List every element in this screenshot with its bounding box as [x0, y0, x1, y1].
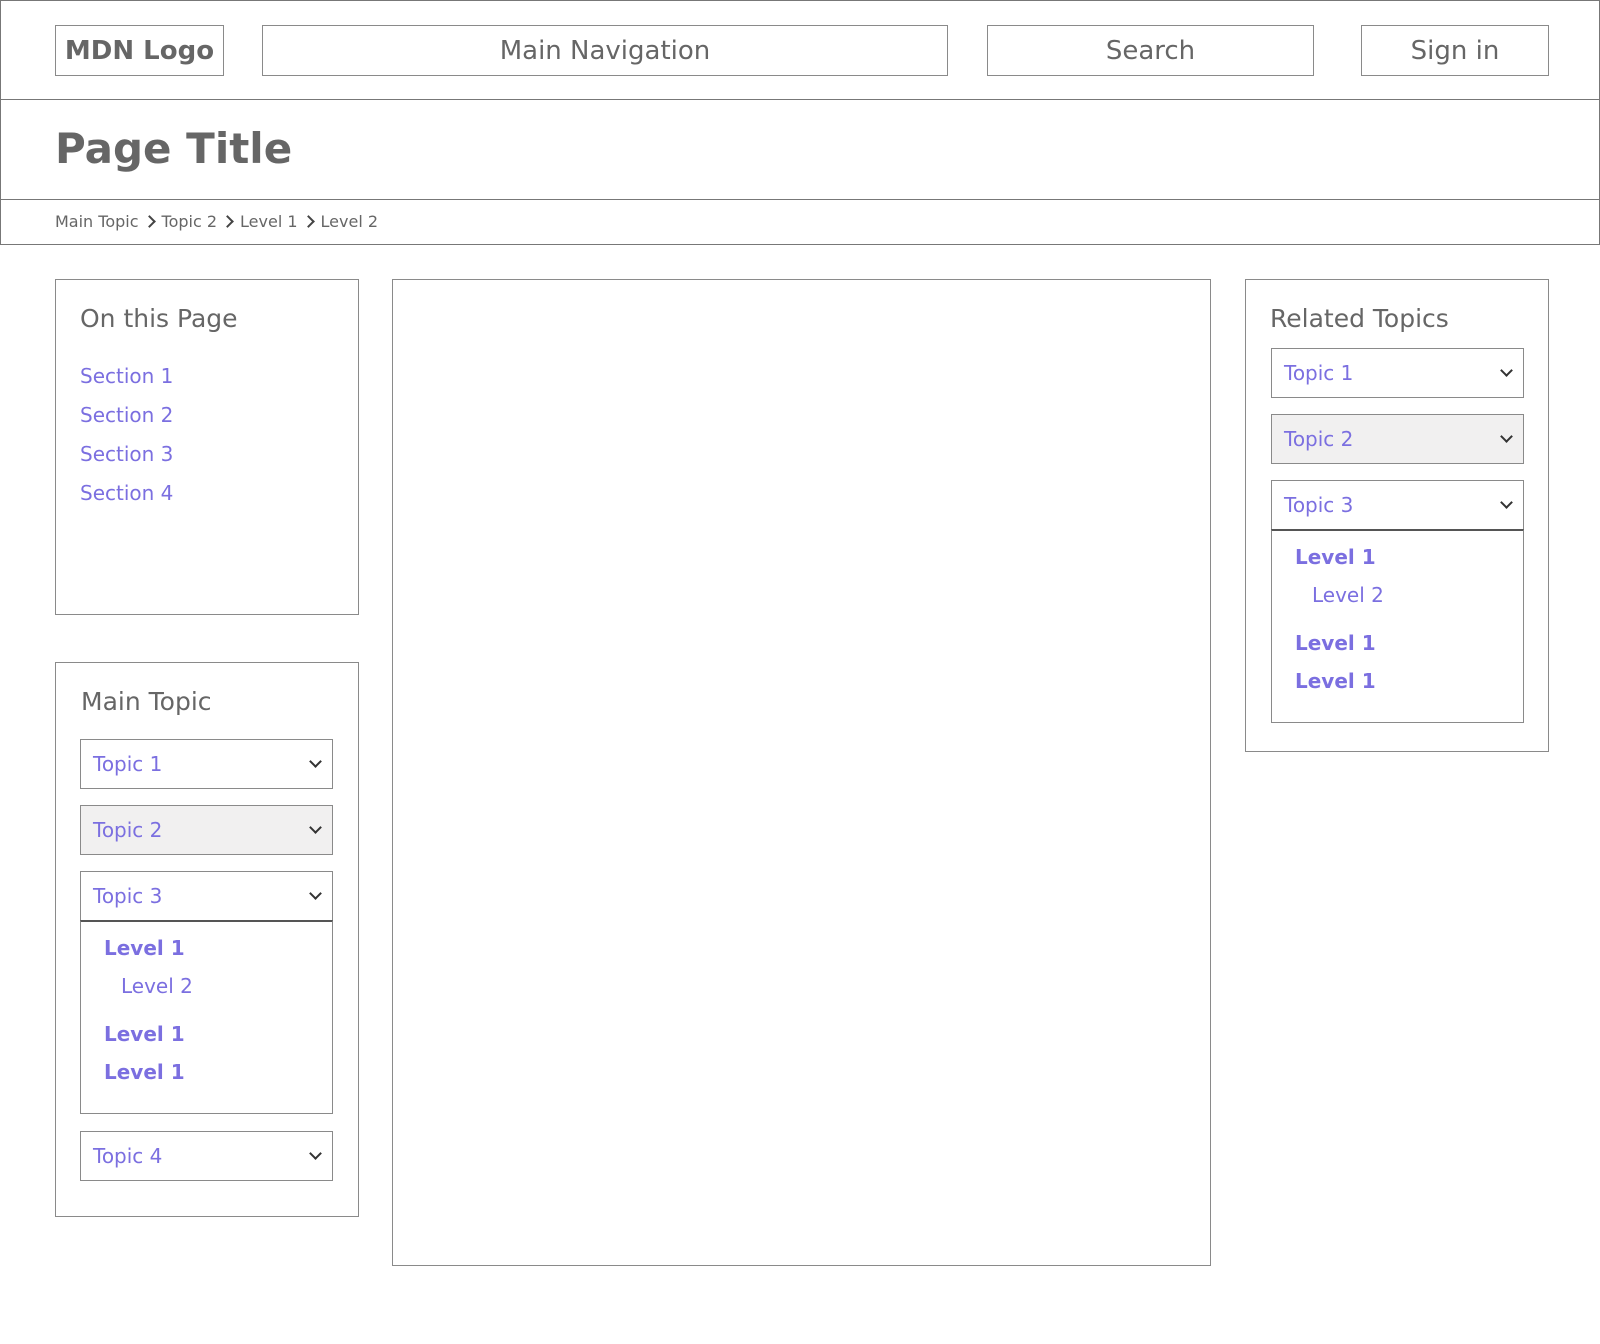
- section-link-4[interactable]: Section 4: [80, 481, 173, 505]
- chevron-down-icon: [309, 821, 322, 834]
- sign-in-button[interactable]: Sign in: [1361, 25, 1549, 76]
- breadcrumb-item[interactable]: Main Topic: [55, 212, 139, 231]
- chevron-down-icon: [1500, 496, 1513, 509]
- chevron-right-icon: [301, 215, 315, 228]
- section-link-1[interactable]: Section 1: [80, 364, 173, 388]
- main-topic-panel: Main Topic Topic 1 Topic 2 Topic 3 Level…: [55, 662, 359, 1217]
- chevron-down-icon: [1500, 430, 1513, 443]
- menu-level1-item[interactable]: Level 1: [1295, 631, 1376, 655]
- menu-level1-item[interactable]: Level 1: [104, 936, 185, 960]
- menu-level1-item[interactable]: Level 1: [1295, 545, 1376, 569]
- menu-level1-item[interactable]: Level 1: [1295, 669, 1376, 693]
- menu-level2-item[interactable]: Level 2: [1312, 583, 1384, 607]
- main-topic-dropdown-3[interactable]: Topic 3: [80, 871, 333, 921]
- related-topics-title: Related Topics: [1270, 304, 1449, 333]
- breadcrumb-item[interactable]: Level 2: [321, 212, 379, 231]
- page-title: Page Title: [55, 124, 293, 173]
- chevron-down-icon: [309, 887, 322, 900]
- menu-level1-item[interactable]: Level 1: [104, 1022, 185, 1046]
- breadcrumb-item[interactable]: Topic 2: [162, 212, 218, 231]
- mdn-logo[interactable]: MDN Logo: [55, 25, 224, 76]
- on-this-page-title: On this Page: [80, 304, 238, 333]
- chevron-down-icon: [309, 1147, 322, 1160]
- related-topic-dropdown-1[interactable]: Topic 1: [1271, 348, 1524, 398]
- main-navigation[interactable]: Main Navigation: [262, 25, 948, 76]
- related-topics-panel: Related Topics Topic 1 Topic 2 Topic 3 L…: [1245, 279, 1549, 752]
- main-topic-dropdown-4[interactable]: Topic 4: [80, 1131, 333, 1181]
- related-topic-dropdown-2[interactable]: Topic 2: [1271, 414, 1524, 464]
- chevron-right-icon: [221, 215, 234, 228]
- main-content-area: [392, 279, 1211, 1266]
- menu-level2-item[interactable]: Level 2: [121, 974, 193, 998]
- breadcrumb-item[interactable]: Level 1: [240, 212, 298, 231]
- chevron-right-icon: [142, 215, 156, 228]
- chevron-down-icon: [1500, 364, 1513, 377]
- chevron-down-icon: [309, 755, 322, 768]
- related-topic-dropdown-3[interactable]: Topic 3: [1271, 480, 1524, 530]
- main-topic-dropdown-2[interactable]: Topic 2: [80, 805, 333, 855]
- section-link-2[interactable]: Section 2: [80, 403, 173, 427]
- main-topic-title: Main Topic: [81, 687, 212, 716]
- breadcrumb: Main Topic Topic 2 Level 1 Level 2: [55, 212, 378, 231]
- main-topic-dropdown-1[interactable]: Topic 1: [80, 739, 333, 789]
- menu-level1-item[interactable]: Level 1: [104, 1060, 185, 1084]
- main-topic-dropdown-3-menu: Level 1 Level 2 Level 1 Level 1: [80, 920, 333, 1114]
- related-topic-dropdown-3-menu: Level 1 Level 2 Level 1 Level 1: [1271, 529, 1524, 723]
- on-this-page-panel: On this Page Section 1 Section 2 Section…: [55, 279, 359, 615]
- search-box[interactable]: Search: [987, 25, 1314, 76]
- section-link-3[interactable]: Section 3: [80, 442, 173, 466]
